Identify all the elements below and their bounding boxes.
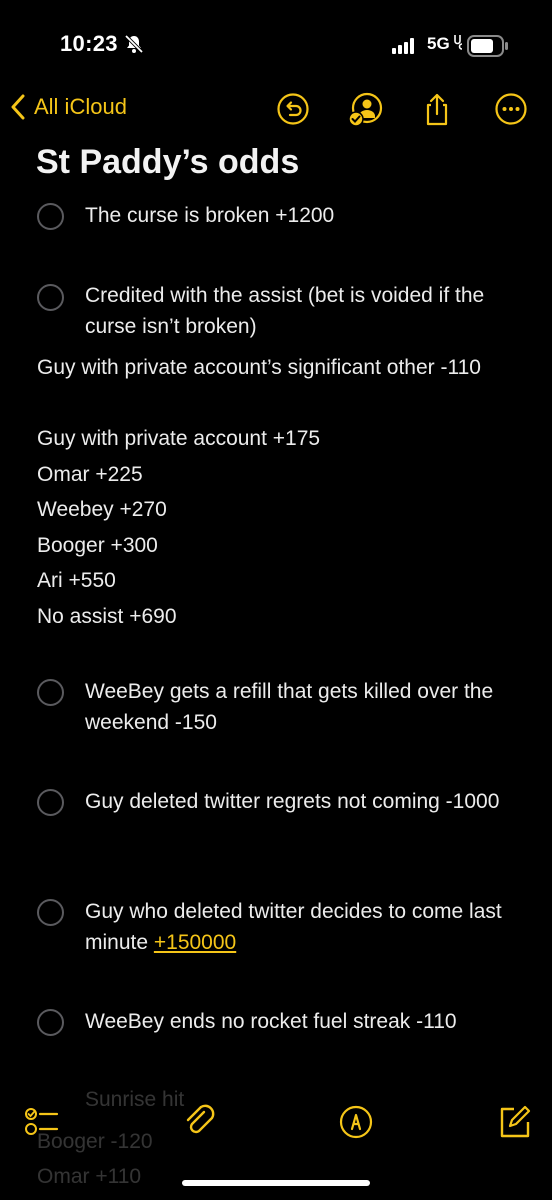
share-icon	[426, 93, 448, 126]
odds-line[interactable]: No assist +690	[37, 601, 507, 632]
signal-icon	[392, 38, 418, 59]
back-button[interactable]: All iCloud	[10, 94, 127, 120]
checklist-item-text[interactable]: WeeBey ends no rocket fuel streak -110	[85, 1006, 525, 1037]
markup-button[interactable]	[338, 1104, 374, 1140]
undo-icon	[277, 93, 309, 125]
faded-line: Omar +110	[37, 1165, 142, 1188]
odds-line[interactable]: Guy with private account’s significant o…	[37, 352, 507, 383]
checklist-item-text[interactable]: Guy deleted twitter regrets not coming -…	[85, 786, 525, 817]
checklist-item-text-prefix: Guy who deleted twitter decides to come …	[85, 900, 502, 954]
attachment-button[interactable]	[182, 1104, 218, 1140]
checkbox[interactable]	[37, 679, 64, 706]
checkbox[interactable]	[37, 789, 64, 816]
checklist-icon	[25, 1108, 59, 1135]
status-time: 10:23	[60, 31, 118, 56]
compose-button[interactable]	[496, 1104, 532, 1140]
checklist-button[interactable]	[24, 1104, 60, 1140]
odds-line[interactable]: Omar +225	[37, 459, 507, 490]
checkbox[interactable]	[37, 203, 64, 230]
undo-button[interactable]	[276, 92, 310, 126]
attachment-icon	[186, 1104, 215, 1134]
markup-icon	[339, 1105, 373, 1139]
more-icon	[495, 93, 527, 125]
checkbox[interactable]	[37, 1009, 64, 1036]
status-bar: 10:23 5G	[0, 0, 552, 90]
checklist-item-text[interactable]: WeeBey gets a refill that gets killed ov…	[85, 676, 525, 738]
share-button[interactable]	[420, 92, 454, 126]
share-person-button[interactable]	[348, 92, 383, 127]
back-label: All iCloud	[34, 94, 127, 119]
bottom-toolbar	[0, 1090, 552, 1160]
more-button[interactable]	[494, 92, 528, 126]
phone-number-link[interactable]: +150000	[154, 931, 236, 954]
checklist-item-text[interactable]: Guy who deleted twitter decides to come …	[85, 896, 525, 958]
compose-icon	[500, 1105, 531, 1138]
note-title[interactable]: St Paddy’s odds	[36, 143, 299, 182]
odds-line[interactable]: Ari +550	[37, 565, 507, 596]
checkbox[interactable]	[37, 284, 64, 311]
odds-line[interactable]: Guy with private account +175	[37, 423, 507, 454]
checklist-item-text[interactable]: Credited with the assist (bet is voided …	[85, 280, 525, 342]
odds-line[interactable]: Weebey +270	[37, 494, 507, 525]
chevron-left-icon	[11, 94, 25, 120]
share-person-icon	[348, 92, 383, 127]
bell-slash-icon	[123, 33, 145, 60]
odds-line[interactable]: Booger +300	[37, 530, 507, 561]
nav-bar: All iCloud	[0, 86, 552, 136]
network-label: 5G	[427, 34, 464, 54]
checklist-item-text[interactable]: The curse is broken +1200	[85, 200, 525, 231]
battery-icon	[467, 35, 509, 62]
home-indicator[interactable]	[182, 1180, 370, 1186]
checkbox[interactable]	[37, 899, 64, 926]
